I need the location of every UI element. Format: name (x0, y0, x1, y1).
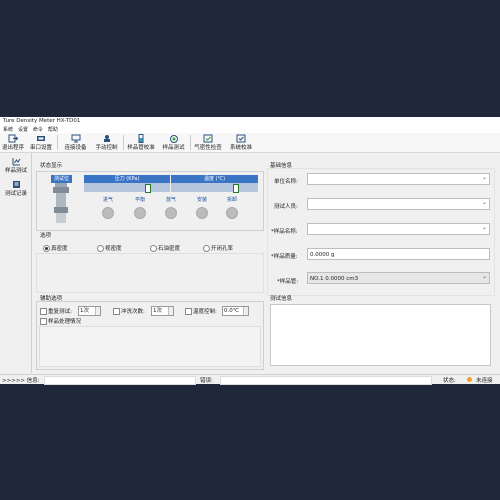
status-panel-title: 状态显示 (40, 163, 63, 169)
error-label: 错误: (200, 378, 213, 384)
state-value: 未连接 (476, 378, 493, 384)
error-field (220, 376, 432, 385)
temp-control-label: 温度控制: (193, 309, 217, 315)
sample-mass-label: *样品质量: (271, 254, 298, 260)
pressure-header: 压力 (KPa) (84, 175, 170, 183)
state-label: 状态: (443, 378, 456, 384)
temperature-display (171, 183, 258, 192)
flask-icon (169, 135, 178, 143)
wash-count-label: 冲洗次数: (121, 309, 145, 315)
status-bar: >>>>> 信息: 错误: 状态: 未连接 (0, 374, 500, 385)
wash-count-stepper[interactable]: 1次 (151, 306, 174, 316)
tester-label: 测试人员: (274, 204, 298, 210)
toolbar: 退出程序 串口设置 连接设备 手动控制 样品管校准 样品测试 气密性检查 系统校… (0, 133, 500, 153)
radio-apparent-density-label: 视密度 (105, 246, 122, 252)
wash-count-checkbox[interactable] (113, 308, 120, 315)
toolbar-separator (190, 135, 191, 150)
radio-petroleum-density[interactable] (150, 245, 157, 252)
sample-chamber-icon (53, 183, 69, 223)
sample-tube-select[interactable]: NO.1 0.0000 cm3 (307, 271, 490, 284)
info-field (44, 376, 196, 385)
sample-name-label: *样品名称: (271, 229, 298, 235)
valve-indicator-remove (226, 207, 238, 219)
sample-tube-icon (138, 134, 144, 143)
toolbar-separator (57, 135, 58, 150)
valve-label-intake: 进气 (102, 197, 113, 203)
temp-control-checkbox[interactable] (185, 308, 192, 315)
radio-open-closed-pore-label: 开闭孔率 (211, 246, 234, 252)
repeat-test-checkbox[interactable] (40, 308, 47, 315)
radio-petroleum-density-label: 石油密度 (158, 246, 181, 252)
pressure-display (84, 183, 170, 192)
sample-process-checkbox[interactable] (40, 318, 47, 325)
toolbar-separator (123, 135, 124, 150)
sample-process-text[interactable] (39, 326, 261, 367)
sample-tube-label: *样品管: (277, 279, 299, 285)
calibration-icon (236, 134, 246, 143)
repeat-test-stepper[interactable]: 1次 (78, 306, 101, 316)
valve-label-balance: 平衡 (134, 197, 145, 203)
valve-indicator-balance (134, 207, 146, 219)
sample-name-select[interactable] (307, 222, 490, 235)
sample-mass-input[interactable]: 0.0000 g (307, 248, 490, 260)
exit-icon (8, 134, 18, 143)
valve-label-install: 安装 (196, 197, 207, 203)
title-bar: Ture Density Meter HX-TD01 (0, 117, 500, 126)
exit-button[interactable]: 退出程序 (2, 134, 24, 151)
valve-label-remove: 拆卸 (226, 197, 237, 203)
manual-control-button[interactable]: 手动控制 (93, 134, 120, 151)
monitor-icon (71, 134, 80, 143)
airtightness-check-button[interactable]: 气密性检查 (192, 134, 224, 151)
records-icon (12, 181, 20, 188)
system-calibration-button[interactable]: 系统校准 (227, 134, 255, 151)
options-area (36, 253, 264, 293)
sample-process-label: 样品处理情况 (48, 319, 82, 325)
radio-true-density[interactable] (43, 245, 50, 252)
serial-port-icon (37, 136, 45, 141)
connect-device-button[interactable]: 连接设备 (62, 134, 89, 151)
valve-indicator-install (196, 207, 208, 219)
unit-name-select[interactable] (307, 172, 490, 185)
radio-apparent-density[interactable] (97, 245, 104, 252)
app-window: Ture Density Meter HX-TD01 系统 设置 命令 帮助 退… (0, 117, 500, 385)
tester-select[interactable] (307, 197, 490, 210)
sample-test-button[interactable]: 样品测试 (160, 134, 187, 151)
serial-settings-button[interactable]: 串口设置 (30, 134, 52, 151)
radio-open-closed-pore[interactable] (203, 245, 210, 252)
radio-true-density-label: 真密度 (51, 246, 68, 252)
menu-bar: 系统 设置 命令 帮助 (0, 126, 500, 133)
temperature-value (233, 184, 239, 193)
sidebar-item-test-records[interactable]: 测试记录 (2, 180, 30, 197)
test-position-header: 测试位 (51, 175, 72, 183)
valve-label-exhaust: 放气 (165, 197, 176, 203)
sidebar: 样品测试 测试记录 (0, 153, 32, 373)
test-info-text[interactable] (270, 304, 491, 366)
unit-name-label: 单位名称: (274, 179, 298, 185)
hand-icon (103, 135, 110, 142)
window-title: Ture Density Meter HX-TD01 (3, 118, 81, 124)
valve-indicator-exhaust (165, 207, 177, 219)
repeat-test-label: 重复测试: (48, 309, 72, 315)
info-label: >>>>> 信息: (2, 378, 40, 384)
temp-control-stepper[interactable]: 0.0℃ (222, 306, 249, 316)
temperature-header: 温度 (℃) (171, 175, 258, 183)
sample-tube-calibration-button[interactable]: 样品管校准 (125, 134, 157, 151)
pressure-value (145, 184, 151, 193)
chart-icon (12, 158, 20, 166)
sidebar-item-sample-test[interactable]: 样品测试 (2, 157, 30, 174)
valve-indicator-intake (102, 207, 114, 219)
status-dot-icon (467, 377, 472, 382)
options-title: 选项 (40, 233, 52, 239)
check-device-icon (203, 134, 213, 143)
test-info-title: 测试信息 (270, 296, 293, 302)
